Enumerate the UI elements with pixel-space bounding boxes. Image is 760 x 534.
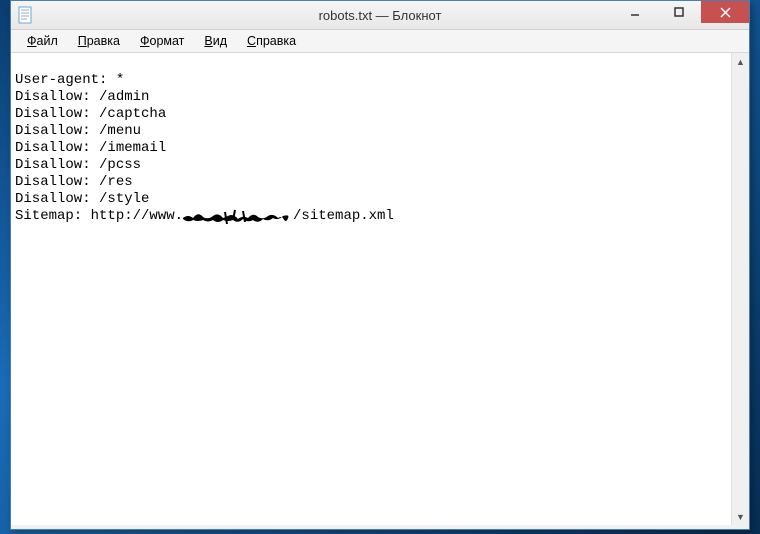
- editor-line[interactable]: Disallow: /imemail: [15, 140, 166, 156]
- vertical-scrollbar[interactable]: ▲ ▼: [731, 53, 749, 525]
- text-editor-area[interactable]: User-agent: * Disallow: /admin Disallow:…: [11, 53, 749, 525]
- scroll-down-arrow-icon[interactable]: ▼: [732, 508, 749, 525]
- close-button[interactable]: [701, 1, 749, 23]
- editor-line-sitemap[interactable]: Sitemap: http://www. /sitemap.xml: [15, 208, 394, 224]
- editor-line[interactable]: Disallow: /captcha: [15, 106, 166, 122]
- menu-help[interactable]: Справка: [237, 32, 306, 50]
- editor-line[interactable]: Disallow: /menu: [15, 123, 141, 139]
- editor-line[interactable]: Disallow: /pcss: [15, 157, 141, 173]
- notepad-icon: [17, 5, 33, 25]
- menu-file[interactable]: Файл: [17, 32, 68, 50]
- notepad-window: robots.txt — Блокнот Файл Правка Формат …: [10, 0, 750, 530]
- maximize-button[interactable]: [657, 1, 701, 23]
- editor-line[interactable]: User-agent: *: [15, 72, 124, 88]
- scroll-track[interactable]: [732, 70, 749, 508]
- menubar: Файл Правка Формат Вид Справка: [11, 30, 749, 53]
- editor-line[interactable]: Disallow: /res: [15, 174, 133, 190]
- menu-edit[interactable]: Правка: [68, 32, 130, 50]
- scroll-up-arrow-icon[interactable]: ▲: [732, 53, 749, 70]
- editor-line[interactable]: Disallow: /style: [15, 191, 149, 207]
- sitemap-suffix[interactable]: /sitemap.xml: [293, 208, 394, 224]
- menu-format[interactable]: Формат: [130, 32, 194, 50]
- window-controls: [613, 1, 749, 23]
- editor-line[interactable]: Disallow: /admin: [15, 89, 149, 105]
- minimize-button[interactable]: [613, 1, 657, 23]
- titlebar[interactable]: robots.txt — Блокнот: [11, 1, 749, 30]
- redacted-domain: [183, 206, 293, 220]
- sitemap-prefix[interactable]: Sitemap: http://www.: [15, 208, 183, 224]
- menu-view[interactable]: Вид: [194, 32, 237, 50]
- editor-text-content[interactable]: User-agent: * Disallow: /admin Disallow:…: [11, 53, 749, 227]
- desktop-background: robots.txt — Блокнот Файл Правка Формат …: [0, 0, 760, 534]
- window-border-bottom: [11, 525, 749, 529]
